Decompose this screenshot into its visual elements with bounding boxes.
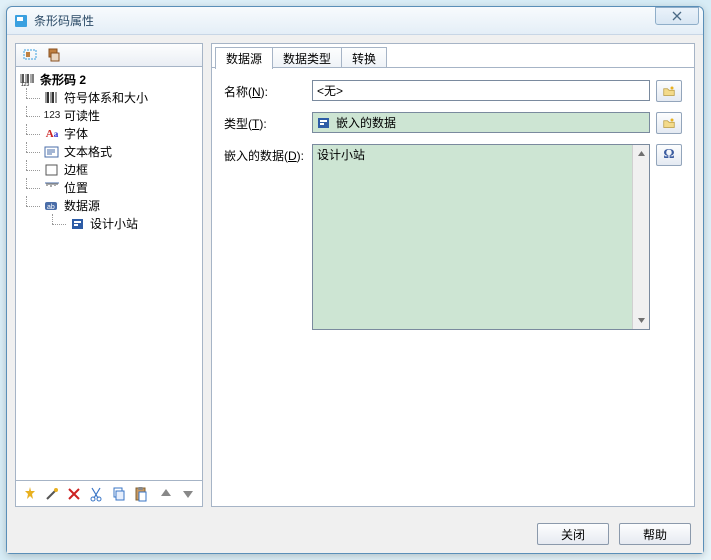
tab-datatype[interactable]: 数据类型 [272, 47, 342, 68]
close-button[interactable]: 关闭 [537, 523, 609, 545]
textarea-scrollbar[interactable] [632, 145, 649, 329]
textformat-icon [44, 144, 60, 160]
tree-item-label: 字体 [64, 125, 88, 143]
position-icon [44, 180, 60, 196]
window-close-button[interactable] [655, 7, 699, 25]
border-icon [44, 162, 60, 178]
bars-icon [44, 90, 60, 106]
tree-item-label: 设计小站 [90, 215, 138, 233]
tree-item-datasource-child[interactable]: 设计小站 [18, 215, 200, 233]
tree-item-label: 边框 [64, 161, 88, 179]
name-label: 名称(N): [224, 80, 312, 100]
name-folder-button[interactable] [656, 80, 682, 102]
tree-item-readability[interactable]: 123 可读性 [18, 107, 200, 125]
tree-item-label: 位置 [64, 179, 88, 197]
select-icon[interactable] [20, 45, 40, 65]
embed-label: 嵌入的数据(D): [224, 144, 312, 164]
embedded-data-icon [70, 216, 86, 232]
embedded-data-small-icon [316, 115, 332, 131]
app-icon [13, 13, 29, 29]
up-icon[interactable] [157, 484, 176, 504]
tree-item-textformat[interactable]: 文本格式 [18, 143, 200, 161]
tree-item-position[interactable]: 位置 [18, 179, 200, 197]
tree-item-label: 可读性 [64, 107, 100, 125]
barcode-icon: 123 [20, 72, 36, 88]
tree-item-font[interactable]: Aa 字体 [18, 125, 200, 143]
left-toolbar [15, 43, 203, 67]
window-title: 条形码属性 [34, 12, 655, 29]
name-input[interactable] [312, 80, 650, 101]
svg-text:123: 123 [21, 82, 30, 87]
dialog-footer: 关闭 帮助 [7, 515, 703, 553]
wizard-icon[interactable] [42, 484, 61, 504]
tab-transform[interactable]: 转换 [341, 47, 387, 68]
scroll-down-icon[interactable] [633, 312, 649, 329]
font-icon: Aa [44, 126, 60, 142]
tree-item-datasource[interactable]: ab 数据源 [18, 197, 200, 215]
type-label: 类型(T): [224, 112, 312, 132]
tree-item-label: 文本格式 [64, 143, 112, 161]
type-folder-button[interactable] [656, 112, 682, 134]
tree-view[interactable]: 123 条形码 2 符号体系和大小 123 可读性 [15, 67, 203, 481]
copy-icon[interactable] [44, 45, 64, 65]
paste-icon[interactable] [131, 484, 150, 504]
tree-item-label: 符号体系和大小 [64, 89, 148, 107]
tree-root-label: 条形码 2 [40, 71, 86, 89]
scroll-up-icon[interactable] [633, 145, 649, 162]
type-display: 嵌入的数据 [312, 112, 650, 133]
tab-bar: 数据源 数据类型 转换 [212, 44, 694, 68]
embedded-data-textarea[interactable]: 设计小站 [312, 144, 650, 330]
tree-item-symbology[interactable]: 符号体系和大小 [18, 89, 200, 107]
omega-button[interactable]: Ω [656, 144, 682, 166]
tree-item-border[interactable]: 边框 [18, 161, 200, 179]
titlebar[interactable]: 条形码属性 [7, 7, 703, 35]
datasource-icon: ab [44, 198, 60, 214]
new-icon[interactable] [20, 484, 39, 504]
embedded-data-text: 设计小站 [317, 148, 365, 162]
cut-icon[interactable] [87, 484, 106, 504]
tree-item-label: 数据源 [64, 197, 100, 215]
type-value: 嵌入的数据 [336, 114, 396, 131]
bottom-toolbar [15, 481, 203, 507]
tab-datasource[interactable]: 数据源 [215, 47, 273, 69]
right-column: 数据源 数据类型 转换 名称(N): 类型(T): [211, 43, 695, 507]
svg-text:ab: ab [47, 204, 55, 211]
tab-content: 名称(N): 类型(T): 嵌入的数据 [212, 67, 694, 506]
dialog-body: 123 条形码 2 符号体系和大小 123 可读性 [7, 35, 703, 515]
left-column: 123 条形码 2 符号体系和大小 123 可读性 [15, 43, 203, 507]
copy-tb-icon[interactable] [109, 484, 128, 504]
dialog-window: 条形码属性 123 条形码 2 [6, 6, 704, 554]
down-icon[interactable] [179, 484, 198, 504]
tree-root[interactable]: 123 条形码 2 [18, 71, 200, 89]
delete-icon[interactable] [65, 484, 84, 504]
help-button[interactable]: 帮助 [619, 523, 691, 545]
digits-icon: 123 [44, 108, 60, 124]
